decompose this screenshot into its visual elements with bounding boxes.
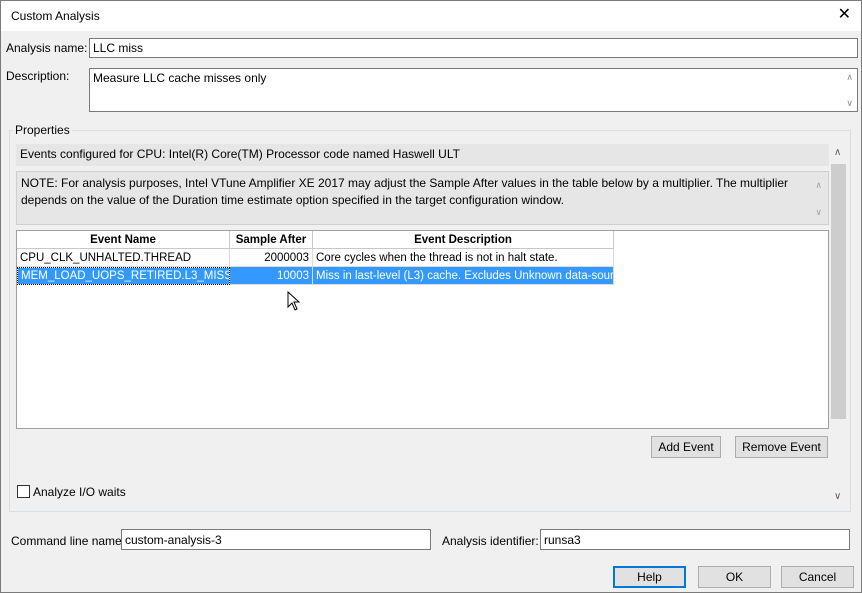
events-table[interactable]: Event Name Sample After Event Descriptio… <box>16 230 829 429</box>
description-label: Description: <box>6 69 70 83</box>
ok-button[interactable]: OK <box>698 566 771 588</box>
column-header-event-name[interactable]: Event Name <box>17 231 230 249</box>
mouse-cursor-icon <box>287 291 301 311</box>
description-textarea[interactable]: Measure LLC cache misses only ∧ ∨ <box>89 68 858 112</box>
selected-event-name: MEM_LOAD_UOPS_RETIRED.L3_MISS_PS <box>18 268 229 284</box>
note-scroll-down-icon[interactable]: ∨ <box>815 204 822 221</box>
cpu-info-text: Events configured for CPU: Intel(R) Core… <box>16 144 829 166</box>
cancel-button[interactable]: Cancel <box>781 566 854 588</box>
close-icon[interactable]: ✕ <box>838 6 851 24</box>
column-header-event-description[interactable]: Event Description <box>313 231 614 249</box>
properties-scrollbar[interactable]: ∧ ∨ <box>830 144 847 504</box>
analysis-name-label: Analysis name: <box>6 41 88 55</box>
analyze-io-checkbox[interactable] <box>17 485 30 498</box>
add-event-button[interactable]: Add Event <box>651 436 721 458</box>
scrollbar-down-icon[interactable]: ∨ <box>834 491 841 502</box>
table-cell-sample-after[interactable]: 10003 <box>230 267 313 285</box>
remove-event-button[interactable]: Remove Event <box>735 436 828 458</box>
note-box: NOTE: For analysis purposes, Intel VTune… <box>16 171 829 225</box>
title-bar: Custom Analysis ✕ <box>1 1 861 31</box>
help-button[interactable]: Help <box>613 566 686 588</box>
note-scroll-up-icon[interactable]: ∧ <box>815 177 822 194</box>
analysis-identifier-label: Analysis identifier: <box>442 534 539 548</box>
table-cell-sample-after[interactable]: 2000003 <box>230 249 313 267</box>
table-cell-event-description[interactable]: Miss in last-level (L3) cache. Excludes … <box>313 267 614 285</box>
scroll-down-icon[interactable]: ∨ <box>846 98 853 109</box>
analyze-io-label: Analyze I/O waits <box>33 485 126 499</box>
properties-group-label: Properties <box>13 123 72 137</box>
analysis-name-input[interactable] <box>89 38 858 58</box>
scrollbar-thumb[interactable] <box>831 164 846 419</box>
column-header-sample-after[interactable]: Sample After <box>230 231 313 249</box>
note-text: NOTE: For analysis purposes, Intel VTune… <box>21 176 789 207</box>
table-cell-event-description[interactable]: Core cycles when the thread is not in ha… <box>313 249 614 267</box>
table-cell-event-name[interactable]: MEM_LOAD_UOPS_RETIRED.L3_MISS_PS <box>17 267 230 285</box>
window-title: Custom Analysis <box>11 9 100 23</box>
command-line-name-input[interactable] <box>121 529 431 550</box>
description-text: Measure LLC cache misses only <box>93 71 267 85</box>
analysis-identifier-input[interactable] <box>540 529 850 550</box>
command-line-name-label: Command line name: <box>11 534 126 548</box>
custom-analysis-dialog: Custom Analysis ✕ Analysis name: Descrip… <box>0 0 862 593</box>
scroll-up-icon[interactable]: ∧ <box>846 72 853 83</box>
table-cell-event-name[interactable]: CPU_CLK_UNHALTED.THREAD <box>17 249 230 267</box>
scrollbar-up-icon[interactable]: ∧ <box>834 147 841 158</box>
